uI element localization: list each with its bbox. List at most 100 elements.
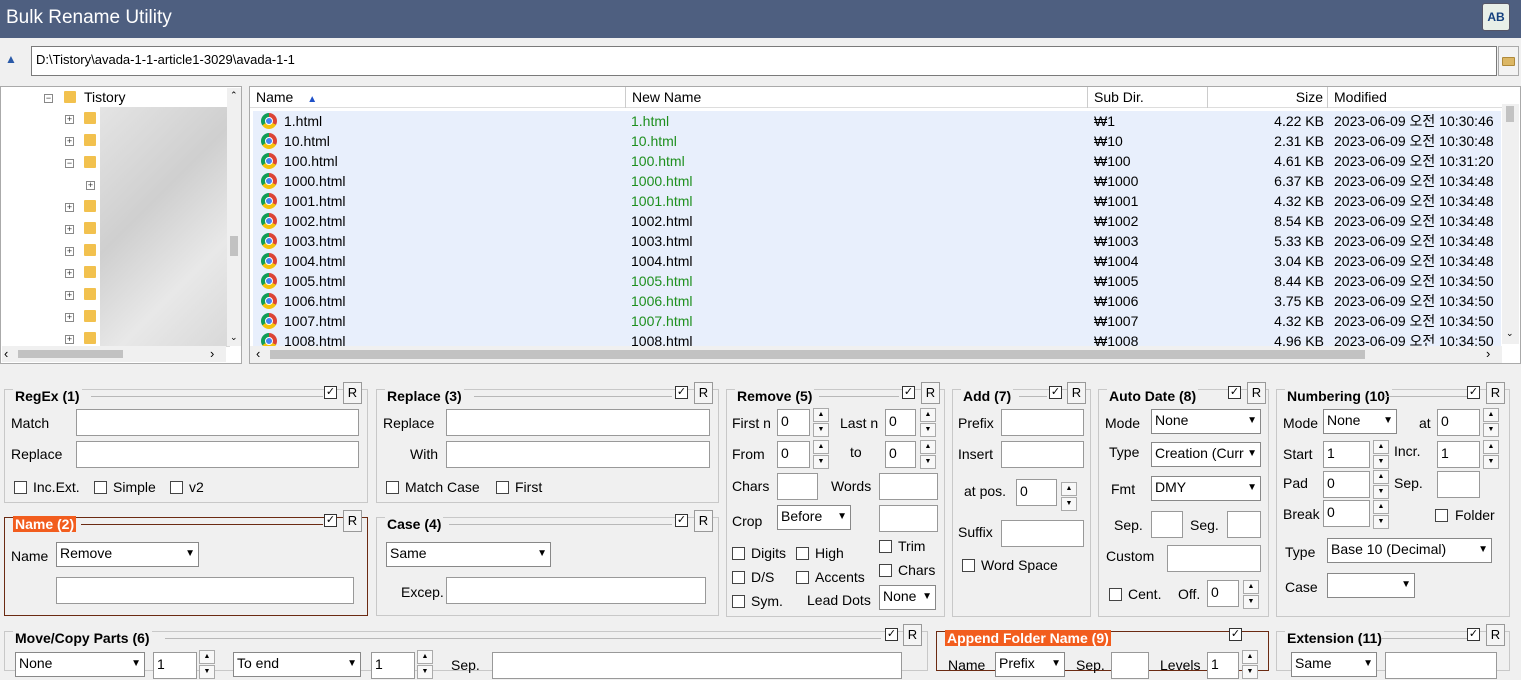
regex-enable-checkbox[interactable]: ✓ [324, 386, 337, 399]
to-input[interactable]: 0 [885, 441, 916, 468]
replace-input[interactable] [446, 409, 710, 436]
collapse-icon[interactable]: − [44, 94, 53, 103]
scroll-thumb[interactable] [270, 350, 1365, 359]
numbering-mode-select[interactable]: None [1323, 409, 1397, 434]
move-copy-count2-input[interactable]: 1 [371, 652, 415, 679]
numbering-case-select[interactable] [1327, 573, 1415, 598]
table-row[interactable]: 1006.html 1006.html ₩1006 3.75 KB 2023-06-09… [253, 291, 1501, 311]
date-seg-input[interactable] [1227, 511, 1261, 538]
ds-checkbox[interactable] [732, 571, 745, 584]
folder-checkbox[interactable] [1435, 509, 1448, 522]
path-input[interactable]: D:\Tistory\avada-1-1-article1-3029\avada… [31, 46, 1497, 76]
expand-icon[interactable]: + [65, 115, 74, 124]
match-case-checkbox[interactable] [386, 481, 399, 494]
scroll-right-icon[interactable]: › [1486, 346, 1490, 361]
accents-checkbox[interactable] [796, 571, 809, 584]
sym-checkbox[interactable] [732, 595, 745, 608]
extension-enable-checkbox[interactable]: ✓ [1467, 628, 1480, 641]
expand-icon[interactable]: + [65, 291, 74, 300]
numbering-sep-input[interactable] [1437, 471, 1480, 498]
numbering-type-select[interactable]: Base 10 (Decimal) [1327, 538, 1492, 563]
move-copy-count2-spinner[interactable]: ▲ ▼ [417, 650, 433, 680]
cent-checkbox[interactable] [1109, 588, 1122, 601]
word-space-checkbox[interactable] [962, 559, 975, 572]
table-row[interactable]: 10.html 10.html ₩10 2.31 KB 2023-06-09 오전 10… [253, 131, 1501, 151]
custom-date-input[interactable] [1167, 545, 1261, 572]
remove-enable-checkbox[interactable]: ✓ [902, 386, 915, 399]
crop-select[interactable]: Before [777, 505, 851, 530]
move-copy-reset-button[interactable]: R [903, 624, 922, 646]
extension-input[interactable] [1385, 652, 1497, 679]
with-input[interactable] [446, 441, 710, 468]
name-enable-checkbox[interactable]: ✓ [324, 514, 337, 527]
add-enable-checkbox[interactable]: ✓ [1049, 386, 1062, 399]
column-header-subdir[interactable]: Sub Dir. [1088, 87, 1208, 108]
chars-input[interactable] [777, 473, 818, 500]
expand-icon[interactable]: + [65, 247, 74, 256]
move-copy-sep-input[interactable] [492, 652, 902, 679]
scroll-left-icon[interactable]: ‹ [4, 346, 8, 361]
list-vertical-scrollbar[interactable]: ⌄ [1502, 104, 1519, 344]
from-input[interactable]: 0 [777, 441, 810, 468]
at-pos-spinner[interactable]: ▲ ▼ [1061, 482, 1077, 512]
table-row[interactable]: 100.html 100.html ₩100 4.61 KB 2023-06-09 오전… [253, 151, 1501, 171]
add-reset-button[interactable]: R [1067, 382, 1086, 404]
suffix-input[interactable] [1001, 520, 1084, 547]
table-row[interactable]: 1001.html 1001.html ₩1001 4.32 KB 2023-06-09… [253, 191, 1501, 211]
scroll-thumb[interactable] [1506, 106, 1514, 122]
table-row[interactable]: 1007.html 1007.html ₩1007 4.32 KB 2023-06-09… [253, 311, 1501, 331]
expand-icon[interactable]: + [65, 137, 74, 146]
start-input[interactable]: 1 [1323, 441, 1370, 468]
append-folder-name-select[interactable]: Prefix [995, 652, 1065, 677]
levels-spinner[interactable]: ▲ ▼ [1242, 650, 1258, 680]
tree-horizontal-scrollbar[interactable]: ‹ › [2, 346, 226, 362]
auto-date-reset-button[interactable]: R [1247, 382, 1266, 404]
case-reset-button[interactable]: R [694, 510, 713, 532]
table-row[interactable]: 1004.html 1004.html ₩1004 3.04 KB 2023-06-09… [253, 251, 1501, 271]
table-row[interactable]: 1.html 1.html ₩1 4.22 KB 2023-06-09 오전 10:30… [253, 111, 1501, 131]
expand-icon[interactable]: + [65, 313, 74, 322]
last-n-input[interactable]: 0 [885, 409, 916, 436]
regex-reset-button[interactable]: R [343, 382, 362, 404]
date-sep-input[interactable] [1151, 511, 1183, 538]
numbering-at-spinner[interactable]: ▲ ▼ [1483, 408, 1499, 438]
to-spinner[interactable]: ▲ ▼ [920, 440, 936, 470]
case-select[interactable]: Same [386, 542, 551, 567]
incr-spinner[interactable]: ▲ ▼ [1483, 440, 1499, 470]
append-folder-levels-input[interactable]: 1 [1207, 652, 1239, 679]
simple-checkbox[interactable] [94, 481, 107, 494]
date-offset-spinner[interactable]: ▲ ▼ [1243, 580, 1259, 610]
tree-vertical-scrollbar[interactable]: ⌃ ⌄ [227, 88, 241, 346]
numbering-at-input[interactable]: 0 [1437, 409, 1480, 436]
incext-checkbox[interactable] [14, 481, 27, 494]
replace-reset-button[interactable]: R [694, 382, 713, 404]
excep-input[interactable] [446, 577, 706, 604]
pad-spinner[interactable]: ▲ ▼ [1373, 470, 1389, 500]
collapse-icon[interactable]: − [65, 159, 74, 168]
date-format-select[interactable]: DMY [1151, 476, 1261, 501]
case-enable-checkbox[interactable]: ✓ [675, 514, 688, 527]
date-type-select[interactable]: Creation (Curr [1151, 442, 1261, 467]
move-copy-count-input[interactable]: 1 [153, 652, 197, 679]
insert-input[interactable] [1001, 441, 1084, 468]
date-offset-input[interactable]: 0 [1207, 580, 1239, 607]
table-row[interactable]: 1000.html 1000.html ₩1000 6.37 KB 2023-06-09… [253, 171, 1501, 191]
new-name-input[interactable] [56, 577, 354, 604]
break-spinner[interactable]: ▲ ▼ [1373, 500, 1389, 530]
first-n-input[interactable]: 0 [777, 409, 810, 436]
scroll-left-icon[interactable]: ‹ [256, 346, 260, 361]
trim-checkbox[interactable] [879, 540, 892, 553]
extension-select[interactable]: Same [1291, 652, 1377, 677]
scroll-up-icon[interactable]: ⌃ [230, 90, 238, 101]
regex-replace-input[interactable] [76, 441, 359, 468]
table-row[interactable]: 1003.html 1003.html ₩1003 5.33 KB 2023-06-09… [253, 231, 1501, 251]
expand-icon[interactable]: + [65, 203, 74, 212]
from-spinner[interactable]: ▲ ▼ [813, 440, 829, 470]
numbering-reset-button[interactable]: R [1486, 382, 1505, 404]
break-input[interactable]: 0 [1323, 500, 1370, 527]
append-folder-enable-checkbox[interactable]: ✓ [1229, 628, 1242, 641]
at-pos-input[interactable]: 0 [1016, 479, 1057, 506]
column-header-new-name[interactable]: New Name [626, 87, 1088, 108]
table-row[interactable]: 1002.html 1002.html ₩1002 8.54 KB 2023-06-09… [253, 211, 1501, 231]
extension-reset-button[interactable]: R [1486, 624, 1505, 646]
